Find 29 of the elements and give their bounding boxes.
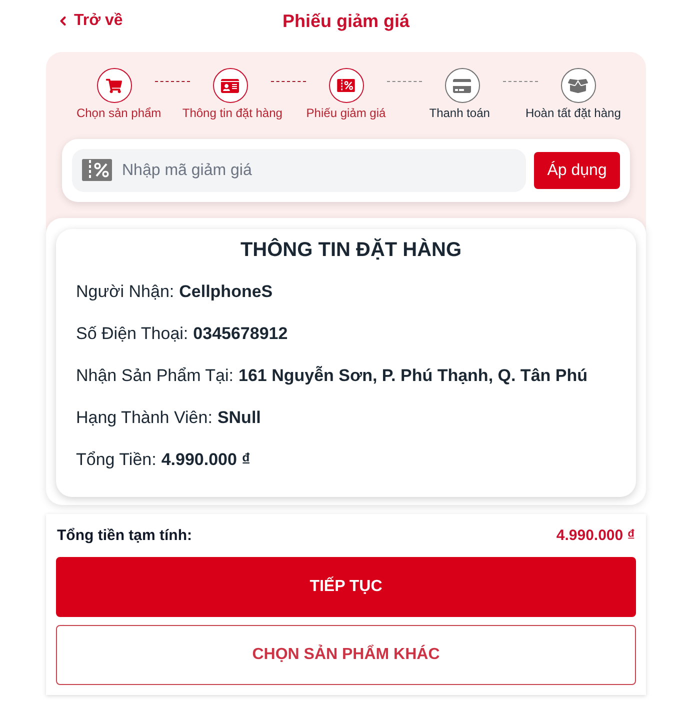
field-value: CellphoneS [179,281,273,303]
coupon-icon [82,159,112,181]
apply-button[interactable]: Áp dụng [534,152,620,189]
field-label: Người Nhận: [76,281,174,303]
coupon-code-field[interactable]: Nhập mã giảm giá [72,149,526,192]
field-value: 161 Nguyễn Sơn, P. Phú Thạnh, Q. Tân Phú [238,365,588,387]
order-info-title: THÔNG TIN ĐẶT HÀNG [239,237,463,263]
step-label: Phiếu giảm giá [306,105,386,121]
field-label: Số Điện Thoại: [76,323,188,345]
continue-button[interactable]: TIẾP TỤC [56,557,636,617]
field-label: Hạng Thành Viên: [76,407,212,429]
subtotal-label: Tổng tiền tạm tính: [57,526,192,546]
step-connector [502,81,538,82]
choose-other-product-button[interactable]: CHỌN SẢN PHẨM KHÁC [56,625,636,685]
field-value: 0345678912 [193,323,288,345]
back-link[interactable]: Trở về [56,9,123,33]
page-title: Phiếu giảm giá [282,10,410,33]
step-label: Thông tin đặt hàng [182,105,282,121]
field-value: 4.990.000 ₫ [161,449,250,471]
step-connector [154,81,190,82]
step-connector [386,81,422,82]
field-label: Nhận Sản Phẩm Tại: [76,365,234,387]
field-label: Tổng Tiền: [76,449,156,471]
step-label: Thanh toán [429,105,490,121]
subtotal-amount: 4.990.000 ₫ [556,526,635,546]
step-connector [270,81,306,82]
field-value: SNull [217,407,261,429]
step-label: Chọn sản phẩm [76,105,162,121]
step-label: Hoàn tất đặt hàng [525,105,621,121]
